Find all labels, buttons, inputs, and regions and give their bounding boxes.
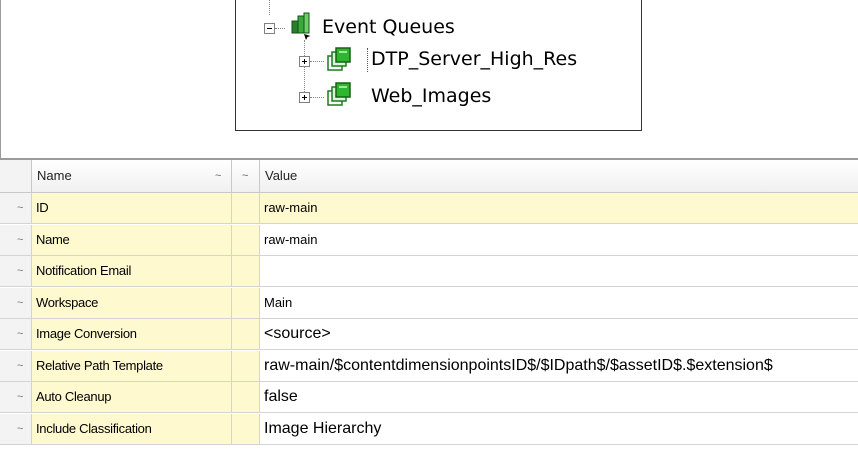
property-spacer [232,256,260,286]
property-name: Workspace [32,287,232,318]
tree-item-web-images[interactable]: Web_Images [371,85,491,107]
table-row[interactable]: ~ Notification Email [0,256,858,287]
tree-pane: Event Queues DTP_Server_High_Res Web_Ima… [0,0,858,158]
header-value-label: Value [265,168,298,183]
row-marker: ~ [0,256,32,286]
tree-guide-line [269,0,270,15]
property-name: Notification Email [32,256,232,286]
row-marker: ~ [0,319,32,349]
tree-root-label[interactable]: Event Queues [322,16,455,38]
tree-item-dtp-server-high-res[interactable]: DTP_Server_High_Res [371,48,577,70]
property-name: Include Classification [32,413,232,444]
row-marker: ~ [0,382,32,412]
property-value[interactable]: raw-main [260,193,858,223]
property-spacer [232,350,260,381]
property-value[interactable]: raw-main [260,225,858,255]
header-value-column[interactable]: Value [260,160,858,192]
property-spacer [232,287,260,318]
expand-toggle-web-images[interactable] [299,92,310,103]
property-spacer [232,413,260,444]
table-row[interactable]: ~ ID raw-main [0,193,858,224]
property-spacer [232,224,260,255]
property-name: Name [32,224,232,255]
row-marker: ~ [0,413,32,444]
table-row[interactable]: ~ Workspace Main [0,287,858,319]
event-queue-tree: Event Queues DTP_Server_High_Res Web_Ima… [235,0,642,131]
table-row[interactable]: ~ Relative Path Template raw-main/$content… [0,350,858,382]
row-marker: ~ [0,193,32,223]
table-row[interactable]: ~ Name raw-main [0,224,858,256]
focus-marker [367,48,369,72]
tree-connector [310,97,324,98]
queue-icon [327,82,351,106]
property-value[interactable]: false [260,382,858,412]
property-name: ID [32,193,232,223]
queue-icon [327,47,351,71]
event-queues-icon [291,12,311,40]
header-mid-column[interactable]: ~ [232,160,260,192]
property-spacer [232,193,260,223]
property-value[interactable]: Image Hierarchy [260,414,858,444]
grid-header: Name ~ ~ Value [0,160,858,193]
header-gutter [0,160,32,192]
row-marker: ~ [0,224,32,255]
sort-indicator: ~ [215,170,222,182]
tree-connector [275,28,285,29]
property-spacer [232,319,260,349]
sort-indicator: ~ [242,170,249,182]
property-spacer [232,382,260,412]
expand-toggle-dtp-server-high-res[interactable] [299,56,310,67]
property-grid: Name ~ ~ Value ~ ID raw-main ~ Name raw-main ~… [0,160,858,454]
table-row[interactable]: ~ Include Classification Image Hierarchy [0,413,858,445]
property-name: Auto Cleanup [32,382,232,412]
collapse-toggle[interactable] [264,23,275,34]
property-name: Relative Path Template [32,350,232,381]
property-value[interactable]: <source> [260,319,858,349]
tree-connector [310,61,324,62]
table-row[interactable]: ~ Auto Cleanup false [0,382,858,413]
property-value[interactable]: raw-main/$contentdimensionpointsID$/$IDp… [260,351,858,381]
tree-children-guide [304,40,305,98]
property-value[interactable] [260,256,858,286]
table-row[interactable]: ~ Image Conversion <source> [0,319,858,350]
row-marker: ~ [0,350,32,381]
property-value[interactable]: Main [260,288,858,318]
property-name: Image Conversion [32,319,232,349]
row-marker: ~ [0,287,32,318]
header-name-column[interactable]: Name ~ [32,160,232,192]
header-name-label: Name [37,168,72,183]
